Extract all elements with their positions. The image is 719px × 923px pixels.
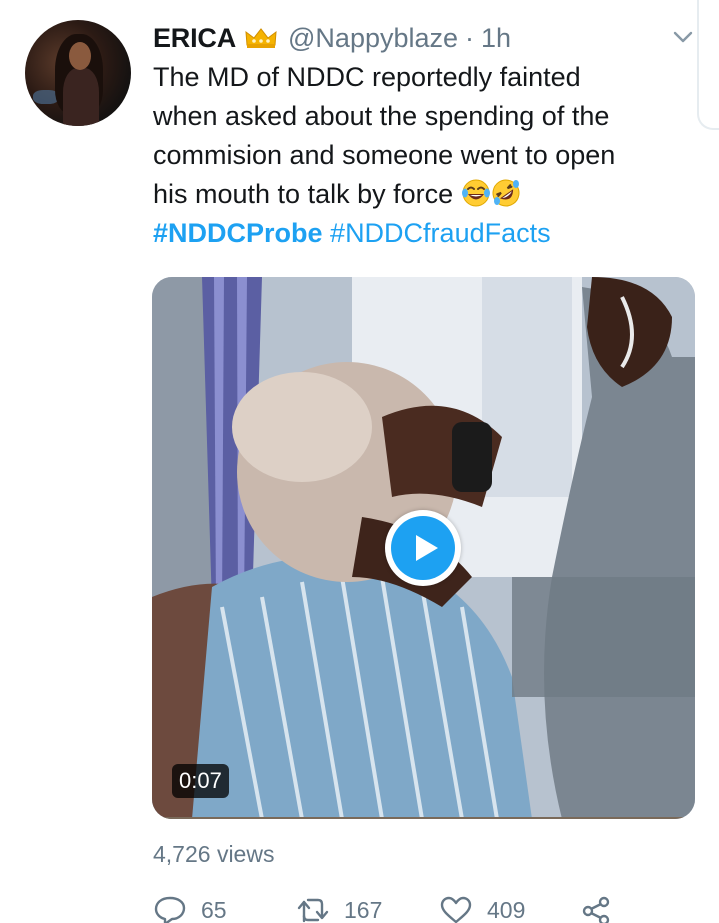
video-player[interactable]: 0:07 [152,277,695,819]
tweet-header: ERICA @Nappyblaze · 1h [153,20,511,56]
side-panel-edge [697,0,719,130]
chevron-down-icon[interactable] [672,28,694,46]
timestamp[interactable]: 1h [481,23,511,54]
tweet-text: The MD of NDDC reportedly fainted when a… [153,58,693,253]
share-button[interactable] [580,895,614,923]
tweet-text-line-with-emoji: his mouth to talk by force [153,175,693,214]
crown-emoji [245,28,277,48]
play-button[interactable] [385,510,461,586]
retweet-count: 167 [344,896,383,923]
like-button[interactable]: 409 [439,895,525,923]
user-handle[interactable]: @Nappyblaze [288,23,458,54]
retweet-icon [297,898,329,923]
display-name[interactable]: ERICA [153,23,236,54]
tweet-text-line: when asked about the spending of the [153,101,610,131]
retweet-button[interactable]: 167 [296,895,382,923]
avatar[interactable] [25,20,131,126]
like-count: 409 [487,896,526,923]
reply-button[interactable]: 65 [153,895,227,923]
hashtags-line: #NDDCProbe #NDDCfraudFacts [153,214,693,253]
play-icon [416,535,438,561]
separator-dot: · [465,22,475,53]
hashtag-link[interactable]: #NDDCProbe [153,218,323,248]
tweet[interactable]: ERICA @Nappyblaze · 1h The MD of NDDC re… [0,0,719,923]
reply-icon [154,896,186,923]
hashtag-link[interactable]: #NDDCfraudFacts [330,218,551,248]
tweet-text-fragment: his mouth to talk by force [153,179,454,209]
video-duration-badge: 0:07 [172,764,229,798]
tweet-text-line: commision and someone went to open [153,140,616,170]
rolling-on-floor-laughing-emoji [492,179,520,207]
heart-icon [440,896,472,923]
reply-count: 65 [201,896,227,923]
view-count: 4,726 views [153,841,275,867]
tweet-text-line: The MD of NDDC reportedly fainted [153,62,581,92]
action-bar: 65 167 409 [153,895,693,923]
share-icon [582,896,610,923]
tears-of-joy-emoji [461,179,490,207]
